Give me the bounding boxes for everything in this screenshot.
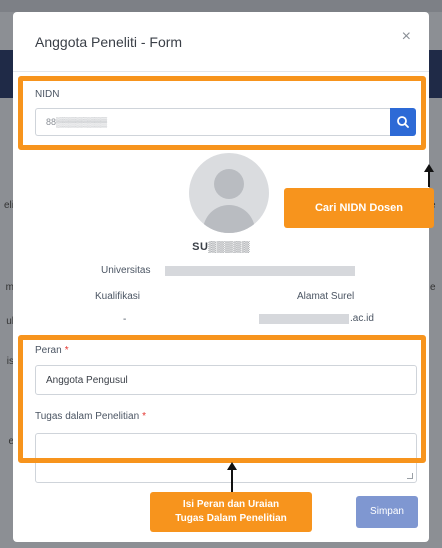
search-callout: Cari NIDN Dosen — [284, 188, 434, 228]
researcher-name: SU▒▒▒▒▒ — [192, 241, 250, 253]
backdrop-nav-left — [0, 50, 14, 98]
nidn-highlight-box — [18, 76, 426, 150]
avatar-body — [203, 205, 255, 233]
email-value-redacted — [259, 314, 349, 324]
role-callout-line-2: Tugas Dalam Penelitian — [175, 513, 287, 524]
backdrop-text: m — [5, 282, 14, 293]
close-icon[interactable]: × — [402, 28, 411, 46]
qualification-value: - — [123, 314, 127, 325]
university-label: Universitas — [101, 265, 151, 276]
email-domain: .ac.id — [350, 313, 374, 324]
university-value-redacted — [165, 266, 355, 276]
backdrop-top — [0, 0, 442, 12]
callout-arrow-line — [231, 469, 233, 492]
backdrop-text: is — [6, 356, 14, 367]
modal-header: Anggota Peneliti - Form × — [13, 12, 429, 72]
role-callout-line-1: Isi Peran dan Uraian — [182, 499, 280, 510]
save-button[interactable]: Simpan — [356, 496, 418, 528]
qualification-label: Kualifikasi — [95, 291, 141, 302]
role-highlight-box — [18, 335, 426, 463]
backdrop-text: e — [430, 282, 436, 293]
avatar-head — [214, 169, 244, 199]
avatar — [189, 153, 269, 233]
modal-title: Anggota Peneliti - Form — [35, 34, 183, 50]
email-label: Alamat Surel — [297, 291, 355, 302]
backdrop-text: eli — [3, 200, 14, 211]
role-callout: Isi Peran dan Uraian Tugas Dalam Penelit… — [150, 492, 312, 532]
backdrop-nav-right — [428, 50, 442, 98]
backdrop-text: ul — [6, 316, 14, 327]
callout-arrow-line — [428, 171, 430, 187]
resize-handle[interactable] — [407, 473, 413, 479]
backdrop-text: e — [8, 436, 14, 447]
